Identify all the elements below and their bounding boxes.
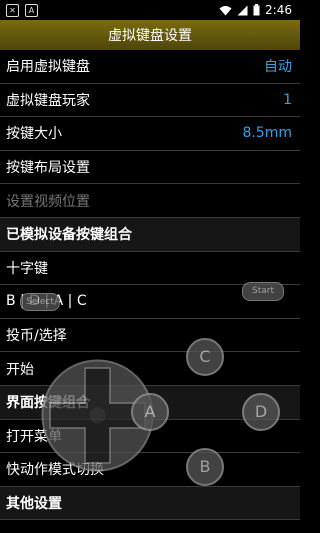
row-label: 投币/选择 — [6, 328, 67, 345]
section-emulated-button-combos: 已模拟设备按键组合 — [0, 217, 300, 252]
row-label: 设置视频位置 — [6, 193, 90, 210]
setting-video-position: 设置视频位置 — [0, 184, 300, 218]
settings-list: 启用虚拟键盘 自动 虚拟键盘玩家 1 按键大小 8.5mm 按键布局设置 设置视… — [0, 50, 300, 521]
setting-coin-select[interactable]: 投币/选择 — [0, 319, 300, 353]
section-other-settings: 其他设置 — [0, 486, 300, 521]
row-label: 快动作模式切换 — [6, 462, 104, 479]
setting-fast-mode-toggle[interactable]: 快动作模式切换 — [0, 453, 300, 487]
row-label: 虚拟键盘玩家 — [6, 92, 90, 109]
app-icon: A — [25, 3, 38, 17]
row-label: B | D | A | C — [6, 293, 87, 310]
setting-dpad[interactable]: 十字键 — [0, 252, 300, 286]
section-label: 界面按键组合 — [6, 395, 90, 412]
page-title: 虚拟键盘设置 — [108, 28, 192, 44]
section-label: 其他设置 — [6, 496, 62, 513]
row-label: 按键布局设置 — [6, 160, 90, 177]
setting-start[interactable]: 开始 — [0, 352, 300, 386]
row-label: 打开菜单 — [6, 428, 62, 445]
battery-icon — [253, 4, 260, 16]
setting-button-layout[interactable]: 按键布局设置 — [0, 151, 300, 185]
row-label: 启用虚拟键盘 — [6, 59, 90, 76]
signal-icon — [237, 5, 248, 15]
row-value: 1 — [283, 91, 292, 108]
setting-open-menu[interactable]: 打开菜单 — [0, 420, 300, 454]
row-label: 开始 — [6, 361, 34, 378]
setting-button-size[interactable]: 按键大小 8.5mm — [0, 117, 300, 151]
row-label: 十字键 — [6, 260, 48, 277]
title-bar: 虚拟键盘设置 — [0, 20, 300, 50]
clock: 2:46 — [265, 3, 292, 17]
status-bar: ✕ A 2:46 — [0, 0, 300, 20]
setting-enable-virtual-keyboard[interactable]: 启用虚拟键盘 自动 — [0, 50, 300, 84]
section-ui-button-combos: 界面按键组合 — [0, 385, 300, 420]
row-label: 按键大小 — [6, 126, 62, 143]
section-label: 已模拟设备按键组合 — [6, 227, 132, 244]
notification-icon: ✕ — [6, 3, 19, 17]
wifi-icon — [219, 5, 232, 15]
row-value: 8.5mm — [242, 125, 292, 142]
setting-bdac[interactable]: B | D | A | C — [0, 285, 300, 319]
setting-virtual-keyboard-player[interactable]: 虚拟键盘玩家 1 — [0, 84, 300, 118]
row-value: 自动 — [264, 59, 292, 76]
